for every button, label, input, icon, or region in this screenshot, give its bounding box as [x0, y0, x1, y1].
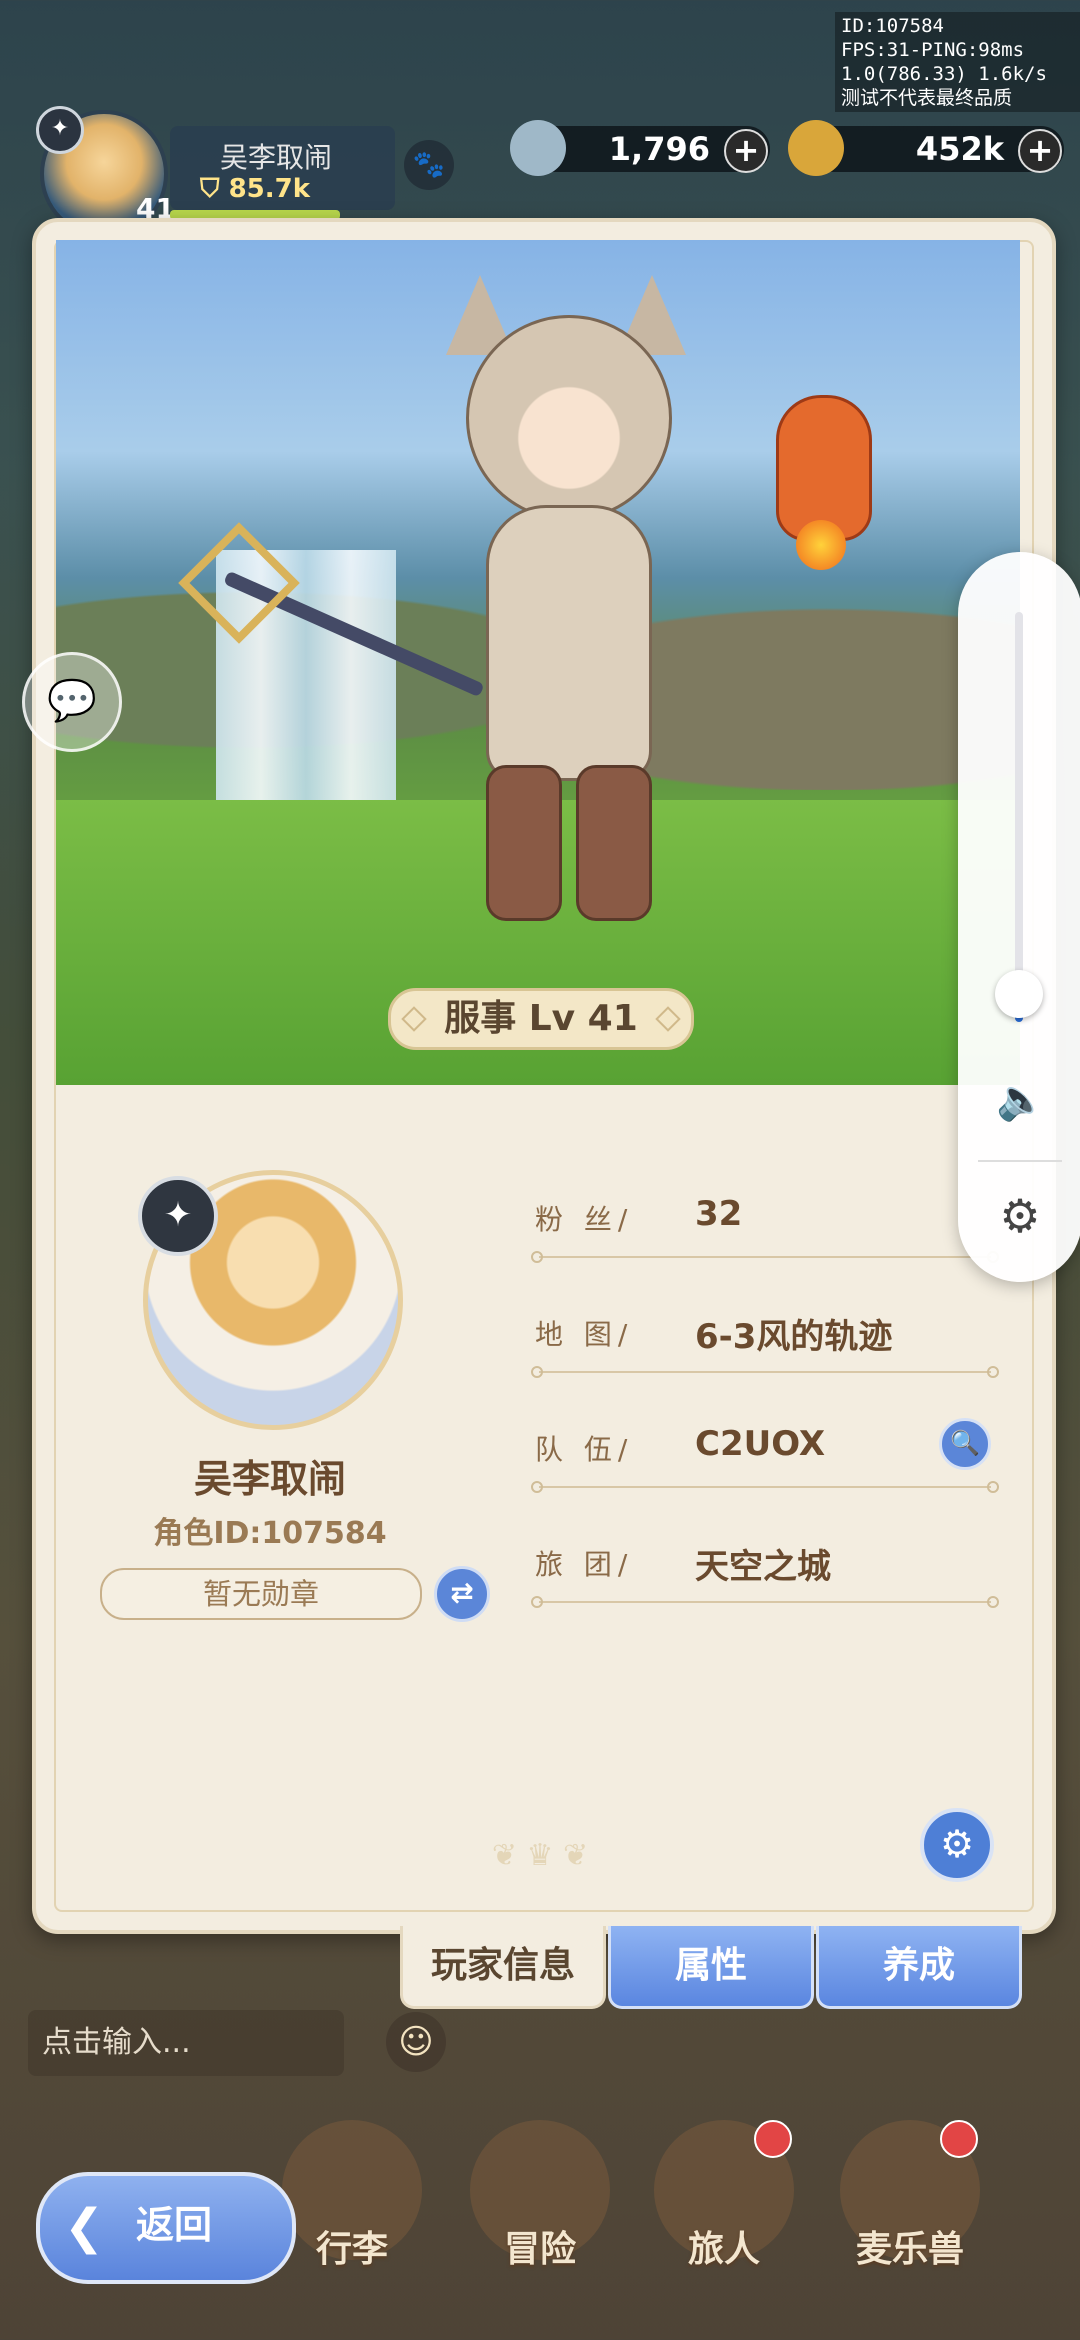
chat-input[interactable]: 点击输入...	[28, 2010, 344, 2076]
nav-adventure[interactable]: 冒险	[460, 2120, 620, 2310]
info-row-guild: 旅 团/ 天空之城	[531, 1533, 999, 1623]
notification-dot	[940, 2120, 978, 2158]
team-search-button[interactable]: 🔍	[939, 1418, 991, 1470]
player-character[interactable]	[446, 275, 686, 935]
nav-travelers-label: 旅人	[687, 2229, 760, 2270]
volume-panel: 🔈 ⚙	[958, 552, 1080, 1282]
team-label: 队 伍/	[535, 1433, 634, 1466]
guild-label: 旅 团/	[535, 1548, 634, 1581]
row-divider	[531, 1251, 999, 1263]
currency-gems-value: 1,796	[608, 130, 710, 168]
add-gems-button[interactable]: +	[724, 129, 768, 173]
top-player-name: 吴李取闹	[220, 141, 333, 174]
debug-line: FPS:31-PING:98ms	[841, 39, 1025, 61]
back-label: 返回	[136, 2203, 213, 2247]
nav-travelers[interactable]: 旅人	[644, 2120, 804, 2310]
guild-value: 天空之城	[695, 1547, 831, 1587]
card-settings-gear-icon[interactable]: ⚙	[920, 1808, 994, 1882]
debug-line: ID:107584	[841, 15, 944, 37]
swap-medal-button[interactable]: ⇄	[434, 1566, 490, 1622]
info-row-map: 地 图/ 6-3风的轨迹	[531, 1303, 999, 1393]
player-name: 吴李取闹	[193, 1457, 346, 1501]
character-leg	[576, 765, 652, 921]
back-arrow-icon: ❮	[64, 2199, 105, 2255]
volume-slider-thumb[interactable]	[995, 970, 1043, 1018]
row-divider	[531, 1596, 999, 1608]
info-row-fans: 粉 丝/ 32	[531, 1188, 999, 1278]
class-level-label: 服事 Lv 41	[444, 998, 638, 1039]
gold-coin-icon	[788, 120, 844, 176]
currency-gold-value: 452k	[915, 130, 1004, 168]
nav-pets-label: 麦乐兽	[855, 2229, 964, 2270]
team-value: C2UOX	[695, 1424, 826, 1464]
nav-adventure-label: 冒险	[503, 2229, 576, 2270]
map-label: 地 图/	[535, 1318, 634, 1351]
nav-pets[interactable]: 麦乐兽	[830, 2120, 990, 2310]
emoji-icon[interactable]: ☺	[386, 2012, 446, 2072]
add-gold-button[interactable]: +	[1018, 129, 1062, 173]
tab-develop[interactable]: 养成	[816, 1926, 1022, 2009]
debug-line: 1.0(786.33) 1.6k/s	[841, 63, 1047, 85]
row-divider	[531, 1366, 999, 1378]
chat-bubble-icon[interactable]: 💬	[22, 652, 122, 752]
volume-track[interactable]	[1015, 612, 1023, 1022]
nav-luggage-label: 行李	[315, 2229, 388, 2270]
tab-attributes[interactable]: 属性	[608, 1926, 814, 2009]
fans-label: 粉 丝/	[535, 1203, 634, 1236]
volume-separator	[978, 1160, 1062, 1162]
diamond-ornament-icon	[401, 1006, 427, 1032]
character-scene	[56, 240, 1020, 1085]
card-ornament: ❦ ♛ ❦	[491, 1838, 589, 1873]
name-plate: 吴李取闹 ⛉ 85.7k	[170, 126, 395, 210]
character-head	[466, 315, 672, 521]
player-role-id[interactable]: 角色ID:107584	[100, 1508, 440, 1552]
tab-player-info[interactable]: 玩家信息	[400, 1926, 606, 2009]
gem-icon	[510, 120, 566, 176]
map-value: 6-3风的轨迹	[695, 1317, 893, 1357]
debug-line: 测试不代表最终品质	[841, 87, 1013, 109]
power-value: 85.7k	[228, 174, 311, 204]
currency-gold[interactable]: 452k +	[788, 120, 1064, 176]
debug-overlay: ID:107584 FPS:31-PING:98ms 1.0(786.33) 1…	[835, 12, 1080, 112]
pet-icon[interactable]: 🐾	[404, 140, 454, 190]
nav-luggage[interactable]: 行李	[272, 2120, 432, 2310]
notification-dot	[754, 2120, 792, 2158]
medal-slot[interactable]: 暂无勋章	[100, 1568, 422, 1620]
character-leg	[486, 765, 562, 921]
dragon-fire	[796, 520, 846, 570]
fans-value: 32	[695, 1194, 743, 1234]
power-icon: ⛉	[200, 174, 229, 204]
diamond-ornament-icon	[655, 1006, 681, 1032]
row-divider	[531, 1481, 999, 1493]
system-settings-gear-icon[interactable]: ⚙	[994, 1190, 1046, 1242]
top-power: ⛉ 85.7k	[200, 174, 310, 205]
rank-badge-icon: ✦	[138, 1176, 218, 1256]
rank-badge-icon: ✦	[36, 106, 84, 154]
top-player-plate[interactable]: ✦ 41 吴李取闹 ⛉ 85.7k	[20, 106, 395, 238]
character-body	[486, 505, 652, 781]
pet-dragon[interactable]	[776, 395, 872, 541]
speaker-icon[interactable]: 🔈	[996, 1076, 1046, 1124]
info-row-team: 队 伍/ C2UOX 🔍	[531, 1418, 999, 1508]
currency-gems[interactable]: 1,796 +	[510, 120, 770, 176]
class-level-pill: 服事 Lv 41	[388, 988, 694, 1050]
back-button[interactable]: ❮ 返回	[36, 2172, 296, 2284]
